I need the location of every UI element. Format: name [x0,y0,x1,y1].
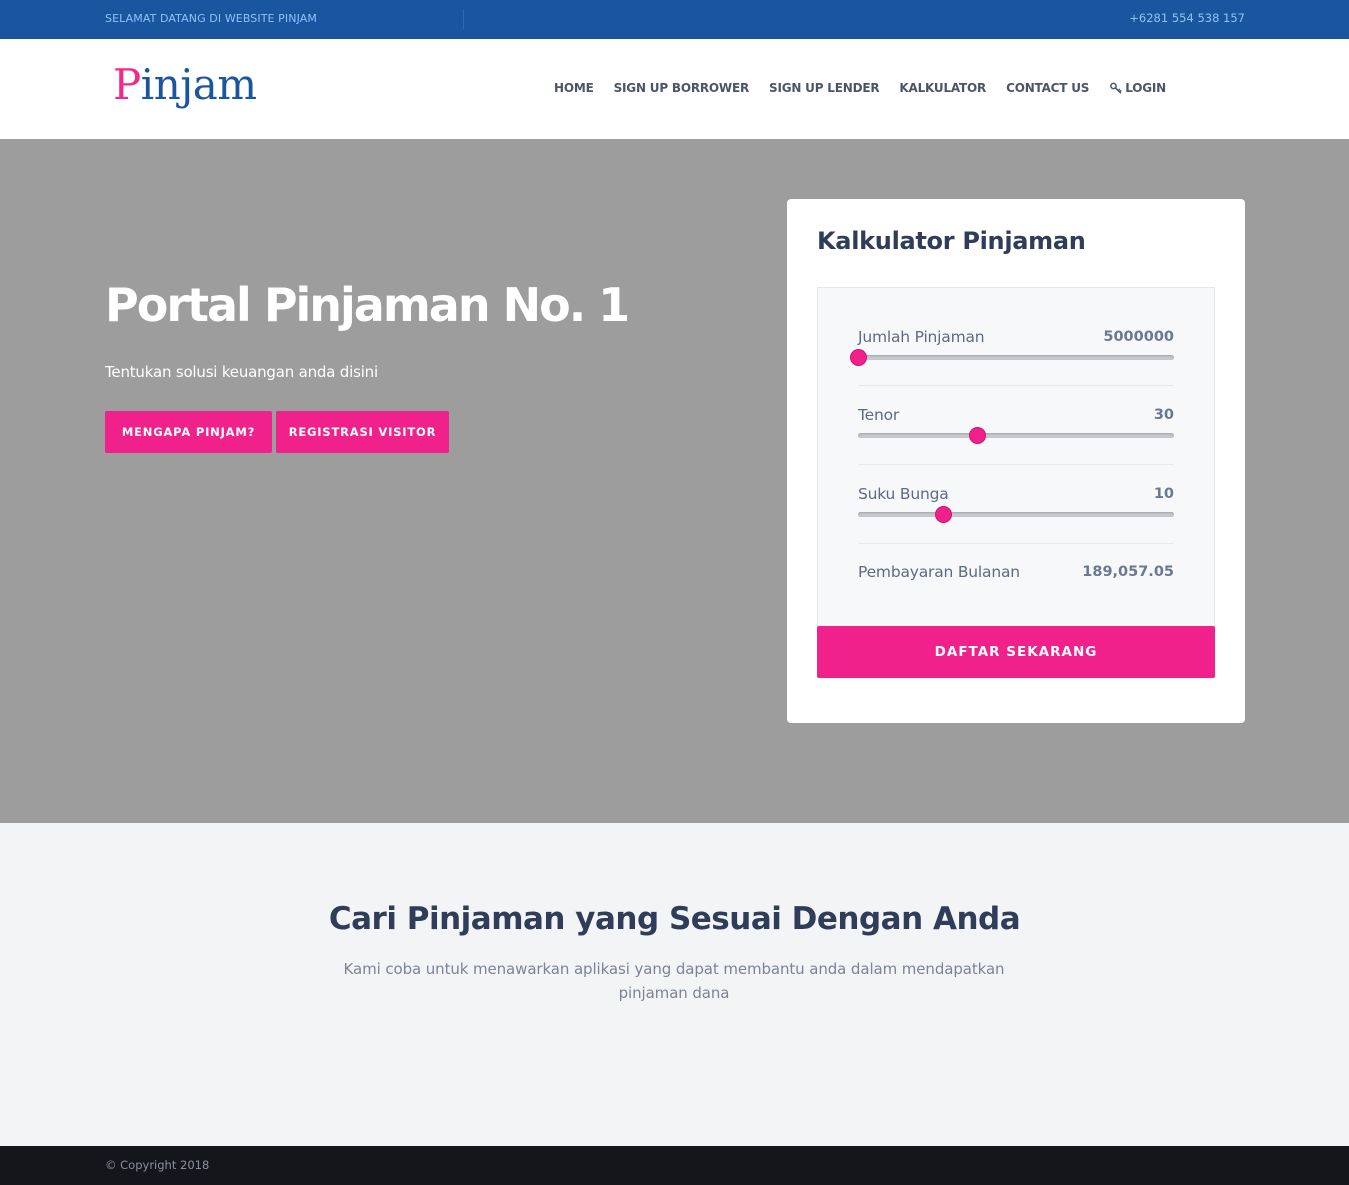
loan-amount-slider[interactable] [850,349,1174,366]
interest-rate-slider-thumb[interactable] [935,506,953,523]
phone-number[interactable]: +6281 554 538 157 [1129,11,1245,25]
monthly-payment-value: 189,057.05 [1082,564,1174,580]
nav-login[interactable]: LOGIN [1109,81,1166,95]
loan-amount-label: Jumlah Pinjaman [858,328,985,346]
divider [858,543,1174,544]
login-label: LOGIN [1125,81,1167,95]
section-title: Cari Pinjaman yang Sesuai Dengan Anda [328,901,1021,937]
tenor-slider-thumb[interactable] [968,427,986,444]
nav-contact-us[interactable]: CONTACT US [1006,81,1089,95]
logo-rest: injam [140,60,257,109]
loan-amount-slider-thumb[interactable] [850,349,867,366]
register-visitor-button[interactable]: REGISTRASI VISITOR [276,411,449,453]
logo[interactable]: Pinjam [113,57,257,113]
hero-section: Portal Pinjaman No. 1 Tentukan solusi ke… [0,139,1349,823]
copyright-text: © Copyright 2018 [105,1158,210,1172]
loan-amount-value: 5000000 [1103,329,1174,345]
calculator-title: Kalkulator Pinjaman [817,227,1086,255]
interest-rate-slider[interactable] [858,506,1174,523]
why-pinjam-button[interactable]: MENGAPA PINJAM? [105,411,272,453]
tenor-label: Tenor [858,406,900,424]
divider [858,464,1174,465]
top-bar: SELAMAT DATANG DI WEBSITE PINJAM +6281 5… [0,0,1349,39]
divider [858,385,1174,386]
nav-home[interactable]: HOME [554,81,594,95]
site-header: Pinjam HOME SIGN UP BORROWER SIGN UP LEN… [0,39,1349,139]
interest-rate-label: Suku Bunga [858,485,949,503]
key-icon [1110,82,1122,94]
tenor-slider[interactable] [858,427,1174,444]
hero-subtitle: Tentukan solusi keuangan anda disini [105,363,378,381]
site-footer: © Copyright 2018 [0,1146,1349,1185]
register-now-button[interactable]: DAFTAR SEKARANG [817,626,1215,678]
monthly-payment-label: Pembayaran Bulanan [858,563,1020,581]
nav-sign-up-borrower[interactable]: SIGN UP BORROWER [614,81,750,95]
calculator-panel: Jumlah Pinjaman 5000000 Tenor 30 Suku Bu… [817,287,1215,627]
nav-sign-up-lender[interactable]: SIGN UP LENDER [769,81,880,95]
main-nav: HOME SIGN UP BORROWER SIGN UP LENDER KAL… [554,81,1186,95]
nav-kalkulator[interactable]: KALKULATOR [899,81,986,95]
tenor-value: 30 [1153,407,1174,423]
interest-rate-value: 10 [1153,486,1174,502]
loan-calculator-card: Kalkulator Pinjaman Jumlah Pinjaman 5000… [787,199,1245,723]
logo-first-letter: P [113,60,141,109]
topbar-divider [463,9,464,29]
hero-title: Portal Pinjaman No. 1 [105,278,630,332]
welcome-text: SELAMAT DATANG DI WEBSITE PINJAM [105,12,317,25]
section-subtitle: Kami coba untuk menawarkan aplikasi yang… [343,960,1005,1002]
